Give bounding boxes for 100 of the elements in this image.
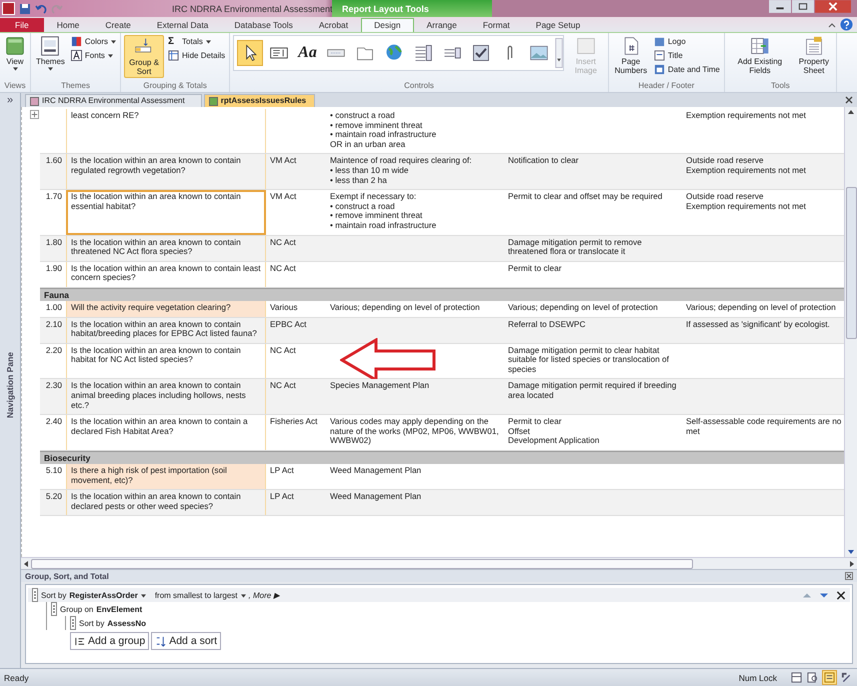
view-button[interactable]: View xyxy=(3,35,27,72)
property-sheet-button[interactable]: Property Sheet xyxy=(794,35,833,76)
note-text: Exemption requirements not met xyxy=(686,202,807,212)
hide-details-button[interactable]: Hide Details xyxy=(167,49,226,62)
number-cell-text: 5.20 xyxy=(44,490,63,504)
dropdown-caret-icon[interactable] xyxy=(48,67,53,71)
question-cell[interactable]: Is there a high risk of pest importation (soil movement, etc)? xyxy=(66,464,266,490)
more-link[interactable]: , More ▶ xyxy=(248,590,280,600)
title-icon xyxy=(654,50,665,61)
colors-button[interactable]: Colors xyxy=(70,35,118,48)
ribbon-tab[interactable]: Acrobat xyxy=(306,18,362,32)
approval-text: Permit to clear xyxy=(508,264,562,274)
print-preview-icon[interactable] xyxy=(806,671,819,684)
question-cell[interactable]: Is the location within an area known to contain declared pests or other weed species? xyxy=(66,490,266,516)
ribbon-tab[interactable]: Home xyxy=(44,18,92,32)
drag-handle-icon[interactable] xyxy=(32,588,38,602)
question-cell[interactable]: Is the location within an area known to contain regulated regrowth vegetation? xyxy=(66,154,266,190)
question-cell[interactable]: Will the activity require vegetation clearing? xyxy=(66,300,266,316)
select-pointer-tool[interactable] xyxy=(237,40,264,66)
file-tab[interactable]: File xyxy=(0,18,44,32)
document-tab[interactable]: rptAssessIssuesRules xyxy=(204,94,316,107)
close-icon[interactable] xyxy=(845,96,853,104)
undo-icon[interactable] xyxy=(35,2,47,14)
field-dropdown[interactable]: AssessNo xyxy=(107,618,146,628)
question-cell[interactable]: Is the location within an area known to contain least concern species? xyxy=(66,262,266,287)
group-label: Controls xyxy=(403,81,435,92)
ribbon-tab[interactable]: Format xyxy=(470,18,523,32)
dropdown-caret-icon[interactable] xyxy=(108,54,113,58)
ribbon-tab[interactable]: External Data xyxy=(144,18,222,32)
add-group-button[interactable]: Add a group xyxy=(70,632,150,650)
order-dropdown[interactable]: from smallest to largest xyxy=(154,590,238,600)
date-time-button[interactable]: Date and Time xyxy=(652,63,721,76)
dropdown-caret-icon[interactable] xyxy=(206,40,211,44)
measure-text: • remove imminent threat xyxy=(330,120,424,130)
scrollbar-thumb[interactable] xyxy=(846,187,856,339)
title-button[interactable]: Title xyxy=(652,49,721,62)
close-icon[interactable] xyxy=(836,590,846,600)
collapse-ribbon-icon[interactable] xyxy=(828,22,836,28)
document-tab[interactable]: IRC NDRRA Environmental Assessment xyxy=(25,94,202,107)
themes-button[interactable]: Themes xyxy=(34,35,67,72)
dropdown-caret-icon[interactable] xyxy=(240,594,246,598)
report-view-icon[interactable] xyxy=(790,671,803,684)
help-icon[interactable] xyxy=(840,18,853,31)
ribbon-tab[interactable]: Create xyxy=(92,18,144,32)
status-text: Ready xyxy=(4,672,29,682)
add-existing-fields-button[interactable]: Add Existing Fields xyxy=(728,35,792,76)
field-list-icon xyxy=(750,36,770,56)
logo-button[interactable]: Logo xyxy=(652,35,721,48)
add-sort-button[interactable]: Add a sort xyxy=(151,632,222,650)
move-down-icon[interactable] xyxy=(819,590,829,600)
navigation-pane[interactable]: » Navigation Pane xyxy=(0,93,21,668)
question-cell[interactable]: Is the location within an area known to contain threatened NC Act flora species? xyxy=(66,236,266,261)
label-tool[interactable]: Aa xyxy=(295,40,320,66)
group-sort-button[interactable]: Group & Sort xyxy=(124,35,164,78)
measure-text: • construct a road xyxy=(330,111,396,121)
drag-handle-icon[interactable] xyxy=(51,602,57,616)
measure-text: Weed Management Plan xyxy=(330,492,422,502)
table-icon xyxy=(168,50,180,61)
num-lock-indicator: Num Lock xyxy=(738,672,777,682)
page-numbers-button[interactable]: Page Numbers xyxy=(612,35,650,76)
minimize-icon[interactable] xyxy=(769,0,791,13)
measure-text: • construct a road xyxy=(330,202,395,212)
fonts-button[interactable]: Fonts xyxy=(70,49,118,62)
level-prefix: Sort by xyxy=(79,618,104,628)
gallery-scroll-icon[interactable] xyxy=(554,38,563,68)
dropdown-caret-icon[interactable] xyxy=(12,67,18,71)
restore-icon[interactable] xyxy=(792,0,814,13)
dropdown-caret-icon[interactable] xyxy=(140,594,146,598)
question-cell[interactable]: Is the location within an area known to contain habitat for NC Act listed species? xyxy=(66,344,266,378)
number-cell-text: 2.20 xyxy=(44,344,63,357)
layout-selector-icon[interactable] xyxy=(30,110,39,119)
expand-nav-button[interactable]: » xyxy=(6,93,14,107)
scrollbar-thumb[interactable] xyxy=(31,558,693,568)
note-text: Exemption requirements not met xyxy=(686,166,807,176)
measure-text: • less than 10 m wide xyxy=(330,166,409,176)
ribbon-tab[interactable]: Database Tools xyxy=(221,18,306,32)
field-dropdown[interactable]: EnvElement xyxy=(96,604,142,614)
palette-icon xyxy=(70,36,82,47)
question-cell[interactable]: least concern RE? xyxy=(66,109,266,154)
ribbon-tab[interactable]: Design xyxy=(361,18,414,32)
question-cell[interactable]: Is the location within an area known to contain habitat/breeding places for EPBC Act listed fauna? xyxy=(66,318,266,343)
ribbon-tab[interactable]: Page Setup xyxy=(522,18,594,32)
approval-text: Damage mitigation permit to clear habitat suitable for listed species or translocation of species xyxy=(508,346,670,374)
drag-handle-icon[interactable] xyxy=(70,616,76,630)
app-icon[interactable] xyxy=(2,2,15,15)
design-view-icon[interactable] xyxy=(840,671,853,684)
measure-text: Species Management Plan xyxy=(330,381,430,392)
field-dropdown[interactable]: RegisterAssOrder xyxy=(69,590,138,600)
ribbon-tab[interactable]: Arrange xyxy=(414,18,470,32)
question-cell[interactable]: Is the location within an area known to contain a declared Fish Habitat Area? xyxy=(66,415,266,450)
question-cell[interactable]: Is the location within an area known to contain essential habitat? xyxy=(66,190,266,235)
save-icon[interactable] xyxy=(19,2,31,14)
dropdown-caret-icon[interactable] xyxy=(111,40,116,44)
totals-button[interactable]: Σ Totals xyxy=(167,35,226,48)
layout-view-icon[interactable] xyxy=(822,670,837,685)
approval-text: Referral to DSEWPC xyxy=(508,320,586,330)
question-cell[interactable]: Is the location within an area known to contain animal breeding places including hollows, nests etc.? xyxy=(66,379,266,414)
number-cell-text: 2.30 xyxy=(44,379,63,392)
note-text: Outside road reserve xyxy=(686,192,764,202)
group-label: Views xyxy=(3,81,27,92)
